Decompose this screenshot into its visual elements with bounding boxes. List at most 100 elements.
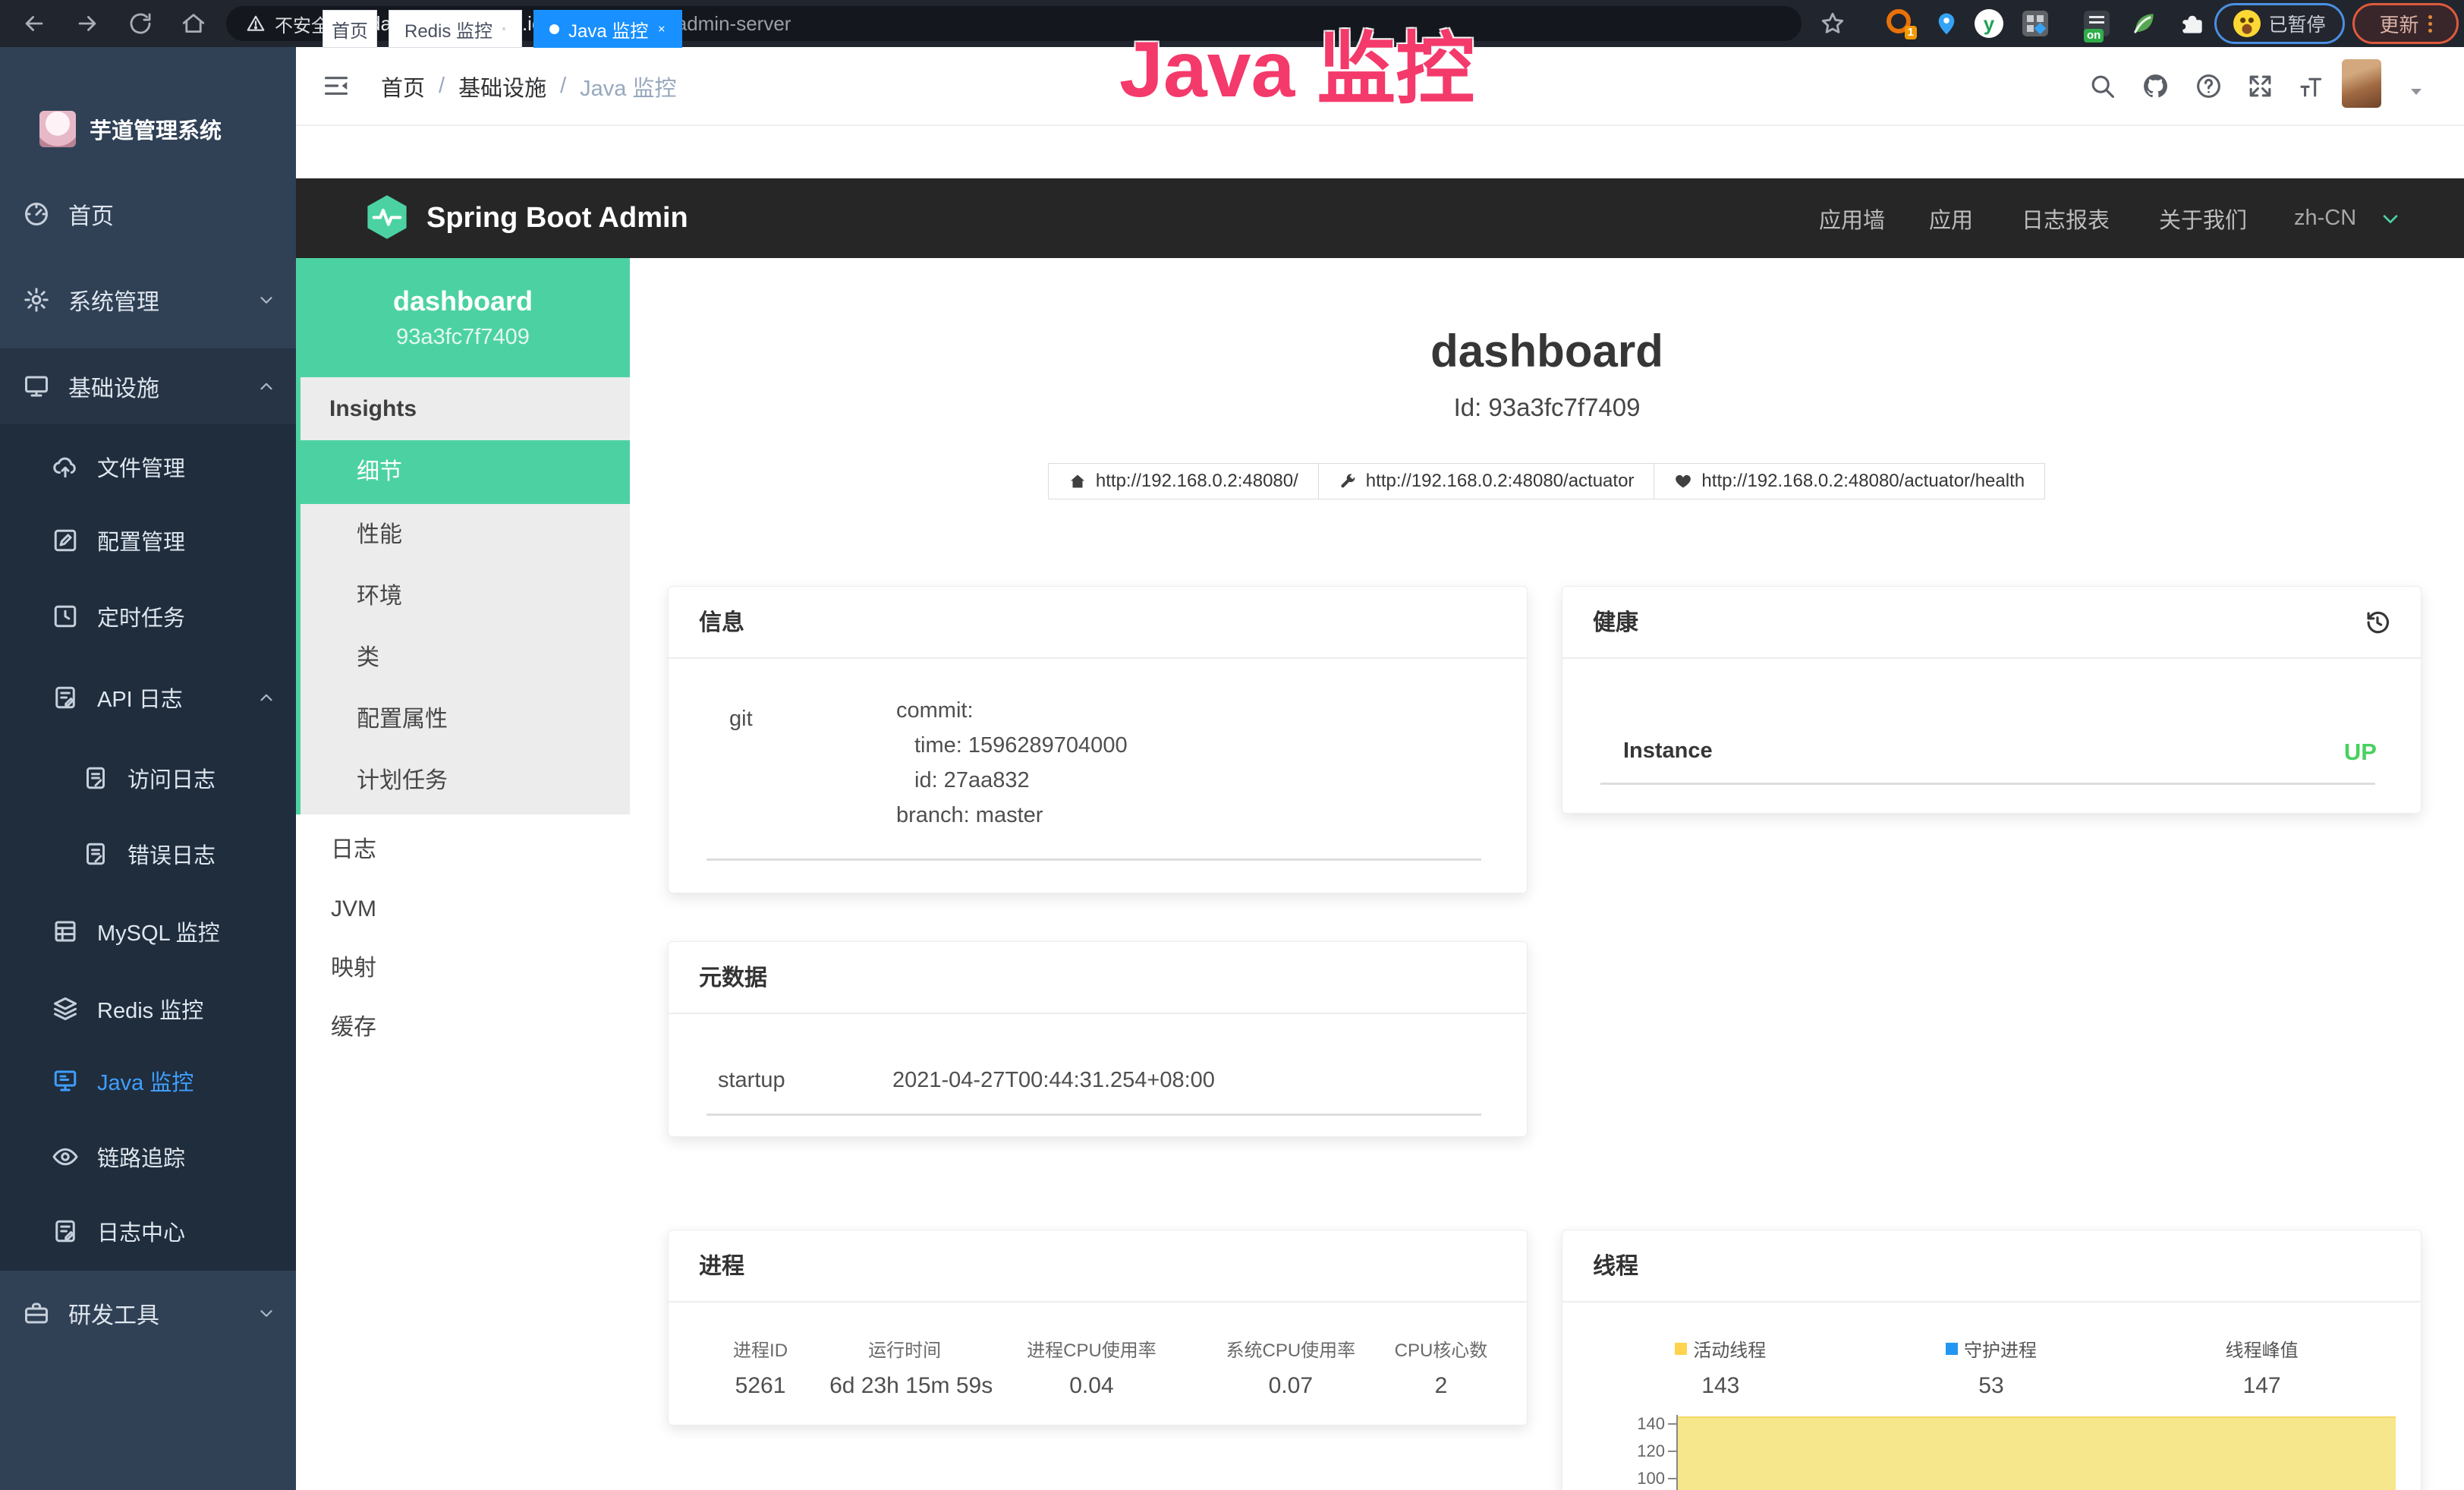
menu-item-details[interactable]: 细节: [301, 440, 630, 504]
sidebar-collapse-icon[interactable]: [322, 71, 351, 100]
sidebar-item-home[interactable]: 首页: [0, 176, 296, 252]
extension-orange-icon[interactable]: 1: [1885, 9, 1914, 38]
layers-icon: [52, 995, 79, 1022]
breadcrumb-infra[interactable]: 基础设施: [458, 71, 546, 102]
live-threads-area: [1678, 1416, 2396, 1490]
sidebar-item-config-mgmt[interactable]: 配置管理: [0, 502, 296, 578]
profile-paused-chip[interactable]: 已暂停: [2214, 3, 2345, 44]
menu-item-environment[interactable]: 环境: [301, 565, 630, 627]
git-commit-details: commit: time: 1596289704000 id: 27aa832 …: [896, 693, 1128, 833]
process-card: 进程 进程ID 运行时间 进程CPU使用率 系统CPU使用率 CPU核心数 52…: [668, 1230, 1528, 1425]
instance-header[interactable]: dashboard 93a3fc7f7409: [296, 258, 630, 377]
database-icon: [52, 918, 79, 945]
sidebar-item-label: 配置管理: [97, 524, 185, 556]
browser-forward-icon[interactable]: [74, 11, 100, 36]
tab-label: Redis 监控: [404, 16, 492, 43]
gear-icon: [23, 286, 50, 313]
sidebar-item-system[interactable]: 系统管理: [0, 262, 296, 338]
service-url-chip[interactable]: http://192.168.0.2:48080/: [1048, 463, 1319, 499]
sba-brand[interactable]: Spring Boot Admin: [426, 178, 688, 258]
close-icon[interactable]: [502, 21, 506, 36]
sidebar-item-label: 系统管理: [68, 283, 159, 317]
menu-item-caches[interactable]: 缓存: [296, 998, 630, 1057]
tab-home[interactable]: 首页: [323, 10, 377, 48]
sidebar-item-error-log[interactable]: 错误日志: [0, 816, 296, 892]
sidebar-item-dev-tools[interactable]: 研发工具: [0, 1275, 296, 1351]
app-title: 芋道管理系统: [90, 113, 222, 145]
browser-back-icon[interactable]: [21, 11, 47, 36]
extension-on-badge: on: [2084, 29, 2104, 43]
threads-card: 线程 活动线程 守护进程 线程峰值 143 53 147 140 120 100: [1562, 1230, 2422, 1490]
sidebar-item-mysql-monitor[interactable]: MySQL 监控: [0, 893, 296, 969]
browser-reload-icon[interactable]: [127, 11, 153, 36]
sidebar-item-file-mgmt[interactable]: 文件管理: [0, 429, 296, 505]
sidebar-item-label: 基础设施: [68, 370, 159, 403]
app-logo[interactable]: 芋道管理系统: [39, 111, 222, 147]
sidebar-item-scheduled-jobs[interactable]: 定时任务: [0, 578, 296, 654]
menu-item-jvm[interactable]: JVM: [296, 880, 630, 939]
extensions-puzzle-icon[interactable]: [2178, 9, 2207, 38]
menu-section-insights[interactable]: Insights: [301, 377, 630, 440]
admin-sidebar: 芋道管理系统 首页 系统管理 基础设施 文件管理 配置管理 定时任务: [0, 47, 296, 1490]
sidebar-item-redis-monitor[interactable]: Redis 监控: [0, 971, 296, 1047]
browser-menu-icon[interactable]: [2428, 15, 2432, 33]
ytick-120: 120: [1600, 1441, 1665, 1461]
search-icon[interactable]: [2088, 72, 2116, 100]
sidebar-item-label: MySQL 监控: [97, 915, 220, 947]
github-icon[interactable]: [2141, 72, 2170, 100]
sidebar-item-infra[interactable]: 基础设施: [0, 348, 296, 424]
legend-yellow-swatch: [1675, 1343, 1687, 1355]
tab-label: Java 监控: [568, 16, 648, 43]
ytick-100: 100: [1600, 1469, 1665, 1488]
sidebar-item-log-center[interactable]: 日志中心: [0, 1193, 296, 1269]
chrome-update-label: 更新: [2379, 10, 2418, 38]
browser-home-icon[interactable]: [181, 11, 206, 36]
sba-language-select[interactable]: zh-CN: [2294, 178, 2356, 258]
sba-nav-wallboard[interactable]: 应用墙: [1819, 178, 1885, 258]
monitor-icon: [23, 373, 50, 400]
log-icon: [52, 1218, 79, 1245]
extension-green-circle-icon[interactable]: y: [1975, 9, 2003, 38]
help-icon[interactable]: [2195, 72, 2223, 100]
heart-icon: [1674, 472, 1692, 490]
actuator-url-chip[interactable]: http://192.168.0.2:48080/actuator: [1318, 463, 1655, 499]
status-badge: UP: [2344, 739, 2377, 766]
page-instance-id: Id: 93a3fc7f7409: [630, 393, 2464, 422]
extension-leaf-icon[interactable]: [2129, 9, 2158, 38]
bookmark-star-icon[interactable]: [1820, 11, 1846, 36]
row-divider: [1600, 783, 2375, 785]
menu-item-metrics[interactable]: 性能: [301, 504, 630, 565]
avatar-caret-icon[interactable]: [2407, 82, 2425, 100]
tab-redis-monitor[interactable]: Redis 监控: [389, 10, 522, 48]
menu-item-mappings[interactable]: 映射: [296, 939, 630, 998]
chrome-update-button[interactable]: 更新: [2352, 3, 2459, 44]
sidebar-item-api-log[interactable]: API 日志: [0, 660, 296, 736]
menu-item-classes[interactable]: 类: [301, 627, 630, 688]
not-secure-warning-icon: [246, 14, 266, 33]
language-chevron-icon[interactable]: [2378, 206, 2403, 231]
menu-item-config-props[interactable]: 配置属性: [301, 688, 630, 750]
menu-item-scheduled-tasks[interactable]: 计划任务: [301, 750, 630, 811]
sba-nav-applications[interactable]: 应用: [1929, 178, 1973, 258]
sidebar-item-tracing[interactable]: 链路追踪: [0, 1119, 296, 1195]
health-url-chip[interactable]: http://192.168.0.2:48080/actuator/health: [1654, 463, 2045, 499]
sba-nav-journal[interactable]: 日志报表: [2022, 178, 2110, 258]
extension-list-icon[interactable]: on: [2082, 9, 2111, 38]
sidebar-item-access-log[interactable]: 访问日志: [0, 740, 296, 816]
tab-java-monitor[interactable]: Java 监控: [533, 10, 682, 48]
metadata-card: 元数据 startup 2021-04-27T00:44:31.254+08:0…: [668, 941, 1528, 1137]
sba-nav-about[interactable]: 关于我们: [2159, 178, 2247, 258]
user-avatar[interactable]: [2342, 59, 2381, 108]
java-monitor-icon: [52, 1067, 79, 1095]
chevron-up-icon: [256, 376, 276, 396]
sidebar-item-java-monitor[interactable]: Java 监控: [0, 1043, 296, 1119]
extension-pin-icon[interactable]: [1932, 9, 1961, 38]
extension-grid-icon[interactable]: [2021, 9, 2050, 38]
breadcrumb-home[interactable]: 首页: [381, 71, 425, 102]
menu-item-logs[interactable]: 日志: [296, 821, 630, 880]
legend-peak-threads: 线程峰值: [2126, 1335, 2397, 1362]
font-size-icon[interactable]: [2296, 72, 2324, 100]
history-icon[interactable]: [2363, 608, 2392, 637]
fullscreen-icon[interactable]: [2246, 72, 2274, 100]
close-icon[interactable]: [657, 21, 666, 36]
